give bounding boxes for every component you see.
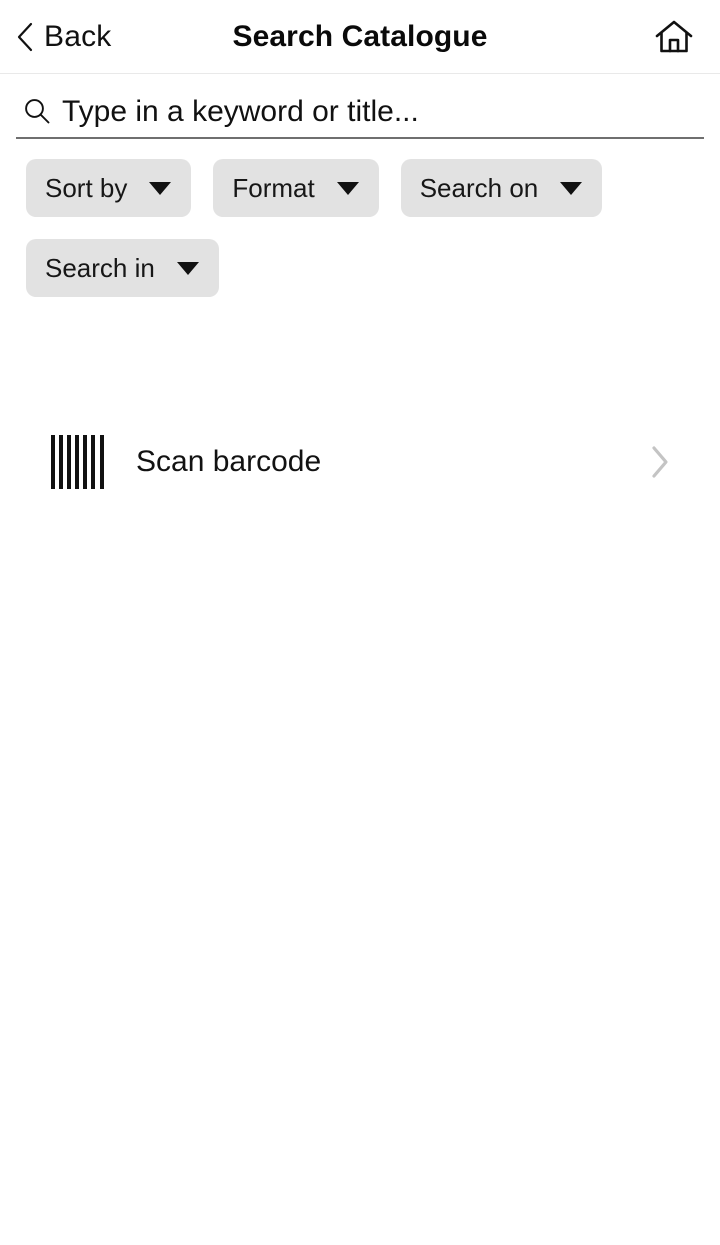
- search-input[interactable]: [62, 94, 682, 128]
- chevron-down-icon: [336, 181, 359, 195]
- filter-chip-format[interactable]: Format: [213, 159, 379, 217]
- filter-chip-label: Format: [232, 173, 315, 203]
- search-icon: [25, 99, 50, 124]
- chevron-left-icon: [17, 22, 33, 51]
- back-button-label: Back: [44, 19, 112, 53]
- filter-chip-group: Sort by Format Search on Search in: [26, 159, 694, 297]
- search-field-underline: [16, 137, 704, 139]
- barcode-icon: [51, 435, 104, 489]
- filter-chip-search-on[interactable]: Search on: [400, 159, 603, 217]
- scan-barcode-row[interactable]: Scan barcode: [0, 426, 720, 498]
- filter-chip-label: Search on: [419, 173, 539, 203]
- scan-barcode-label: Scan barcode: [136, 445, 322, 478]
- search-field: [0, 74, 720, 140]
- back-button[interactable]: Back: [10, 0, 118, 73]
- filter-chip-search-in[interactable]: Search in: [26, 239, 219, 297]
- filter-chip-label: Sort by: [45, 173, 128, 203]
- home-button[interactable]: [646, 0, 702, 73]
- chevron-down-icon: [149, 181, 172, 195]
- search-field-row[interactable]: [16, 86, 704, 136]
- app-header: Back Search Catalogue: [0, 0, 720, 74]
- filter-chip-sort-by[interactable]: Sort by: [26, 159, 192, 217]
- chevron-down-icon: [176, 261, 199, 275]
- filter-chip-label: Search in: [45, 253, 155, 283]
- results-empty-area: [0, 500, 720, 1245]
- chevron-right-icon: [652, 446, 668, 478]
- home-icon: [655, 20, 693, 52]
- chevron-down-icon: [560, 181, 583, 195]
